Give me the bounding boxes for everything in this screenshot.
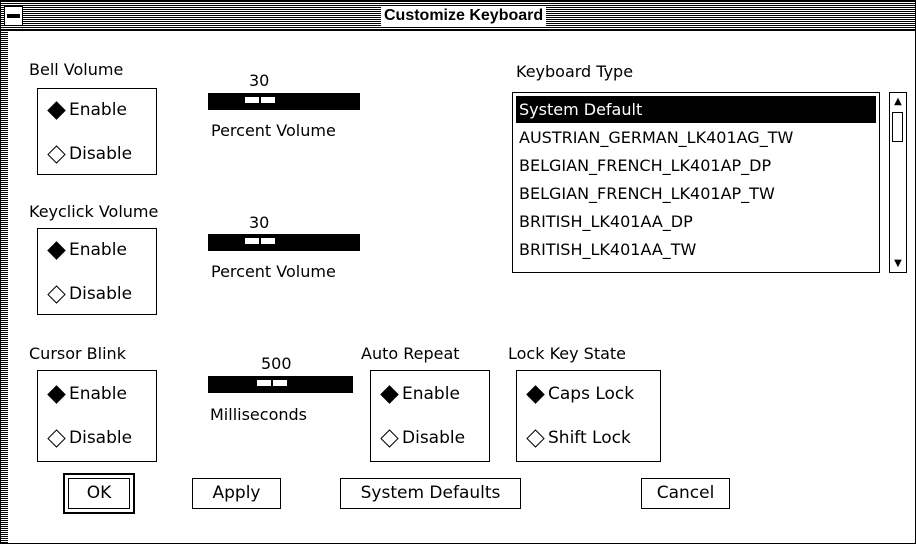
caps-lock-radio[interactable]: Caps Lock	[524, 382, 634, 406]
window-menu-icon[interactable]	[4, 6, 23, 26]
list-item[interactable]: System Default	[516, 96, 876, 123]
bell-volume-label: Bell Volume	[29, 60, 124, 79]
bell-volume-value: 30	[249, 71, 270, 90]
radio-selected-icon	[47, 384, 66, 404]
ok-button[interactable]: OK	[63, 473, 135, 514]
keyclick-volume-unit: Percent Volume	[211, 262, 336, 281]
list-item[interactable]: BELGIAN_FRENCH_LK401AP_TW	[516, 180, 876, 207]
keyboard-type-scrollbar[interactable]: ▲ ▼	[889, 92, 907, 273]
keyboard-type-label: Keyboard Type	[516, 62, 634, 81]
keyclick-enable-label: Enable	[69, 240, 127, 260]
list-item[interactable]: BRITISH_LK401AA_TW	[516, 236, 876, 263]
cancel-button[interactable]: Cancel	[641, 478, 730, 509]
keyboard-type-list[interactable]: System Default AUSTRIAN_GERMAN_LK401AG_T…	[512, 92, 880, 273]
auto-repeat-disable-radio[interactable]: Disable	[378, 426, 465, 450]
cursor-blink-disable-radio[interactable]: Disable	[45, 426, 132, 450]
lock-key-state-radio-group: Caps Lock Shift Lock	[516, 370, 661, 462]
system-defaults-button[interactable]: System Defaults	[340, 478, 521, 509]
radio-selected-icon	[47, 240, 66, 260]
shift-lock-label: Shift Lock	[548, 428, 631, 448]
keyclick-volume-slider-thumb[interactable]	[244, 237, 276, 245]
cursor-blink-slider[interactable]	[208, 376, 353, 393]
scroll-down-arrow-icon[interactable]: ▼	[891, 256, 905, 270]
cursor-blink-disable-label: Disable	[69, 428, 133, 448]
scrollbar-thumb[interactable]	[892, 112, 903, 142]
bell-volume-radio-group: Enable Disable	[37, 88, 157, 175]
radio-selected-icon	[380, 384, 399, 404]
auto-repeat-label: Auto Repeat	[361, 344, 460, 363]
keyclick-volume-slider[interactable]	[208, 234, 360, 251]
auto-repeat-enable-label: Enable	[402, 384, 460, 404]
radio-unselected-icon	[47, 428, 66, 448]
cursor-blink-enable-radio[interactable]: Enable	[45, 382, 127, 406]
bell-enable-label: Enable	[69, 100, 127, 120]
cursor-blink-label: Cursor Blink	[29, 344, 126, 363]
bell-enable-radio[interactable]: Enable	[45, 98, 127, 122]
keyclick-disable-radio[interactable]: Disable	[45, 282, 132, 306]
window-title: Customize Keyboard	[381, 6, 547, 26]
list-item[interactable]: BRITISH_LK401AA_DP	[516, 208, 876, 235]
radio-selected-icon	[47, 100, 66, 120]
keyclick-volume-radio-group: Enable Disable	[37, 228, 157, 315]
caps-lock-label: Caps Lock	[548, 384, 635, 404]
keyclick-disable-label: Disable	[69, 284, 133, 304]
lock-key-state-label: Lock Key State	[508, 344, 627, 363]
radio-selected-icon	[526, 384, 545, 404]
bell-disable-label: Disable	[69, 144, 133, 164]
scroll-up-arrow-icon[interactable]: ▲	[891, 94, 905, 108]
bell-volume-unit: Percent Volume	[211, 121, 336, 140]
cursor-blink-radio-group: Enable Disable	[37, 370, 157, 462]
apply-button[interactable]: Apply	[192, 478, 281, 509]
bell-volume-slider-thumb[interactable]	[244, 96, 276, 104]
cursor-blink-enable-label: Enable	[69, 384, 127, 404]
keyclick-volume-value: 30	[249, 213, 270, 232]
cursor-blink-value: 500	[261, 354, 292, 373]
cursor-blink-slider-thumb[interactable]	[256, 379, 288, 387]
auto-repeat-enable-radio[interactable]: Enable	[378, 382, 460, 406]
radio-unselected-icon	[380, 428, 399, 448]
list-item[interactable]: BELGIAN_FRENCH_LK401AP_DP	[516, 152, 876, 179]
keyclick-enable-radio[interactable]: Enable	[45, 238, 127, 262]
radio-unselected-icon	[526, 428, 545, 448]
keyclick-volume-label: Keyclick Volume	[29, 202, 159, 221]
radio-unselected-icon	[47, 144, 66, 164]
shift-lock-radio[interactable]: Shift Lock	[524, 426, 631, 450]
title-bar[interactable]: Customize Keyboard	[1, 1, 915, 31]
auto-repeat-disable-label: Disable	[402, 428, 466, 448]
window-left-border	[1, 31, 8, 543]
radio-unselected-icon	[47, 284, 66, 304]
bell-volume-slider[interactable]	[208, 93, 360, 110]
list-item[interactable]: AUSTRIAN_GERMAN_LK401AG_TW	[516, 124, 876, 151]
auto-repeat-radio-group: Enable Disable	[370, 370, 490, 462]
customize-keyboard-window: Customize Keyboard Bell Volume Enable Di…	[0, 0, 916, 544]
cursor-blink-unit: Milliseconds	[210, 405, 307, 424]
bell-disable-radio[interactable]: Disable	[45, 142, 132, 166]
